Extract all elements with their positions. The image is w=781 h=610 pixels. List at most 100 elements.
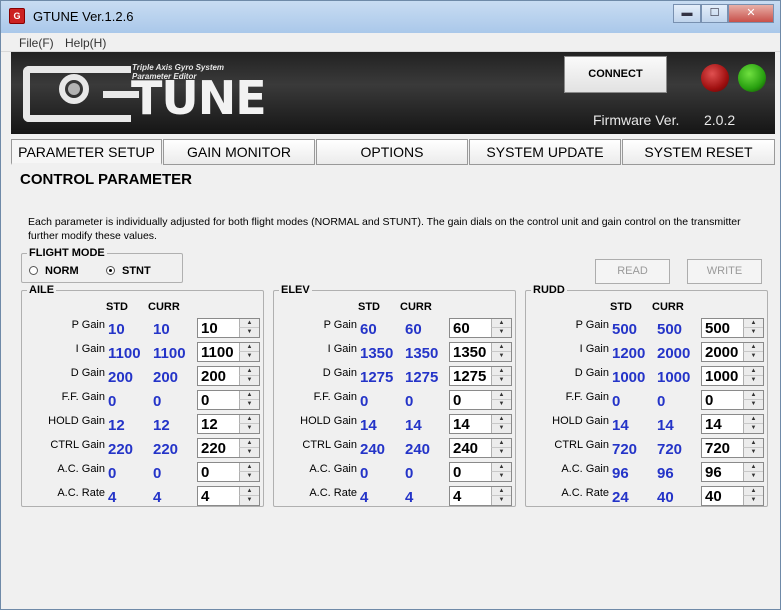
- spin-up-arrow-icon[interactable]: ▲: [743, 415, 763, 424]
- spin-value[interactable]: 0: [453, 464, 461, 481]
- param-spin-input[interactable]: 0 ▲ ▼: [197, 390, 260, 410]
- spin-up-arrow-icon[interactable]: ▲: [239, 463, 259, 472]
- close-button[interactable]: ✕: [728, 4, 774, 23]
- param-spin-input[interactable]: 12 ▲ ▼: [197, 414, 260, 434]
- spin-down-arrow-icon[interactable]: ▼: [239, 424, 259, 433]
- spin-down-arrow-icon[interactable]: ▼: [743, 472, 763, 481]
- spin-up-arrow-icon[interactable]: ▲: [743, 319, 763, 328]
- param-spin-input[interactable]: 14 ▲ ▼: [449, 414, 512, 434]
- spin-value[interactable]: 4: [201, 488, 209, 505]
- param-spin-input[interactable]: 240 ▲ ▼: [449, 438, 512, 458]
- menu-help[interactable]: Help(H): [65, 36, 106, 50]
- spin-value[interactable]: 60: [453, 320, 470, 337]
- spin-value[interactable]: 500: [705, 320, 730, 337]
- param-spin-input[interactable]: 1350 ▲ ▼: [449, 342, 512, 362]
- spin-value[interactable]: 4: [453, 488, 461, 505]
- param-spin-input[interactable]: 96 ▲ ▼: [701, 462, 764, 482]
- spin-up-arrow-icon[interactable]: ▲: [743, 343, 763, 352]
- spin-value[interactable]: 1000: [705, 368, 738, 385]
- spin-up-arrow-icon[interactable]: ▲: [743, 439, 763, 448]
- param-spin-input[interactable]: 220 ▲ ▼: [197, 438, 260, 458]
- spin-down-arrow-icon[interactable]: ▼: [239, 352, 259, 361]
- spin-up-arrow-icon[interactable]: ▲: [743, 367, 763, 376]
- param-spin-input[interactable]: 1000 ▲ ▼: [701, 366, 764, 386]
- spin-down-arrow-icon[interactable]: ▼: [743, 424, 763, 433]
- spin-value[interactable]: 12: [201, 416, 218, 433]
- spin-value[interactable]: 220: [201, 440, 226, 457]
- spin-up-arrow-icon[interactable]: ▲: [491, 415, 511, 424]
- tab-options[interactable]: OPTIONS: [316, 139, 468, 165]
- spin-down-arrow-icon[interactable]: ▼: [239, 400, 259, 409]
- spin-value[interactable]: 1100: [201, 344, 234, 361]
- spin-down-arrow-icon[interactable]: ▼: [491, 400, 511, 409]
- spin-up-arrow-icon[interactable]: ▲: [239, 415, 259, 424]
- spin-value[interactable]: 1275: [453, 368, 486, 385]
- spin-value[interactable]: 0: [201, 392, 209, 409]
- spin-down-arrow-icon[interactable]: ▼: [239, 496, 259, 505]
- param-spin-input[interactable]: 200 ▲ ▼: [197, 366, 260, 386]
- tab-system-reset[interactable]: SYSTEM RESET: [622, 139, 775, 165]
- param-spin-input[interactable]: 14 ▲ ▼: [701, 414, 764, 434]
- tab-gain-monitor[interactable]: GAIN MONITOR: [163, 139, 315, 165]
- tab-parameter-setup[interactable]: PARAMETER SETUP: [11, 139, 162, 165]
- spin-up-arrow-icon[interactable]: ▲: [491, 319, 511, 328]
- param-spin-input[interactable]: 40 ▲ ▼: [701, 486, 764, 506]
- spin-value[interactable]: 0: [201, 464, 209, 481]
- radio-norm[interactable]: NORM: [29, 265, 79, 277]
- param-spin-input[interactable]: 1275 ▲ ▼: [449, 366, 512, 386]
- spin-down-arrow-icon[interactable]: ▼: [743, 400, 763, 409]
- spin-down-arrow-icon[interactable]: ▼: [491, 424, 511, 433]
- spin-up-arrow-icon[interactable]: ▲: [239, 367, 259, 376]
- spin-up-arrow-icon[interactable]: ▲: [491, 391, 511, 400]
- param-spin-input[interactable]: 4 ▲ ▼: [449, 486, 512, 506]
- param-spin-input[interactable]: 2000 ▲ ▼: [701, 342, 764, 362]
- spin-value[interactable]: 14: [453, 416, 470, 433]
- spin-up-arrow-icon[interactable]: ▲: [491, 439, 511, 448]
- param-spin-input[interactable]: 0 ▲ ▼: [197, 462, 260, 482]
- spin-up-arrow-icon[interactable]: ▲: [491, 367, 511, 376]
- spin-up-arrow-icon[interactable]: ▲: [239, 319, 259, 328]
- spin-down-arrow-icon[interactable]: ▼: [239, 328, 259, 337]
- read-button[interactable]: READ: [595, 259, 670, 284]
- spin-down-arrow-icon[interactable]: ▼: [491, 328, 511, 337]
- spin-down-arrow-icon[interactable]: ▼: [743, 328, 763, 337]
- spin-value[interactable]: 240: [453, 440, 478, 457]
- spin-up-arrow-icon[interactable]: ▲: [239, 487, 259, 496]
- spin-down-arrow-icon[interactable]: ▼: [491, 496, 511, 505]
- write-button[interactable]: WRITE: [687, 259, 762, 284]
- spin-down-arrow-icon[interactable]: ▼: [491, 472, 511, 481]
- spin-value[interactable]: 0: [453, 392, 461, 409]
- param-spin-input[interactable]: 720 ▲ ▼: [701, 438, 764, 458]
- param-spin-input[interactable]: 0 ▲ ▼: [449, 462, 512, 482]
- spin-value[interactable]: 96: [705, 464, 722, 481]
- param-spin-input[interactable]: 10 ▲ ▼: [197, 318, 260, 338]
- spin-value[interactable]: 14: [705, 416, 722, 433]
- radio-stnt[interactable]: STNT: [106, 265, 151, 277]
- spin-up-arrow-icon[interactable]: ▲: [743, 487, 763, 496]
- spin-down-arrow-icon[interactable]: ▼: [239, 376, 259, 385]
- spin-down-arrow-icon[interactable]: ▼: [491, 448, 511, 457]
- param-spin-input[interactable]: 1100 ▲ ▼: [197, 342, 260, 362]
- spin-down-arrow-icon[interactable]: ▼: [743, 496, 763, 505]
- spin-value[interactable]: 2000: [705, 344, 738, 361]
- param-spin-input[interactable]: 4 ▲ ▼: [197, 486, 260, 506]
- spin-down-arrow-icon[interactable]: ▼: [239, 448, 259, 457]
- minimize-button[interactable]: ▬: [673, 4, 701, 23]
- spin-value[interactable]: 40: [705, 488, 722, 505]
- spin-up-arrow-icon[interactable]: ▲: [239, 391, 259, 400]
- spin-value[interactable]: 10: [201, 320, 218, 337]
- spin-down-arrow-icon[interactable]: ▼: [743, 376, 763, 385]
- param-spin-input[interactable]: 60 ▲ ▼: [449, 318, 512, 338]
- spin-down-arrow-icon[interactable]: ▼: [743, 352, 763, 361]
- spin-down-arrow-icon[interactable]: ▼: [491, 352, 511, 361]
- spin-value[interactable]: 1350: [453, 344, 486, 361]
- spin-down-arrow-icon[interactable]: ▼: [743, 448, 763, 457]
- param-spin-input[interactable]: 500 ▲ ▼: [701, 318, 764, 338]
- spin-value[interactable]: 0: [705, 392, 713, 409]
- spin-down-arrow-icon[interactable]: ▼: [239, 472, 259, 481]
- spin-up-arrow-icon[interactable]: ▲: [491, 463, 511, 472]
- spin-value[interactable]: 720: [705, 440, 730, 457]
- spin-up-arrow-icon[interactable]: ▲: [491, 343, 511, 352]
- tab-system-update[interactable]: SYSTEM UPDATE: [469, 139, 621, 165]
- spin-up-arrow-icon[interactable]: ▲: [491, 487, 511, 496]
